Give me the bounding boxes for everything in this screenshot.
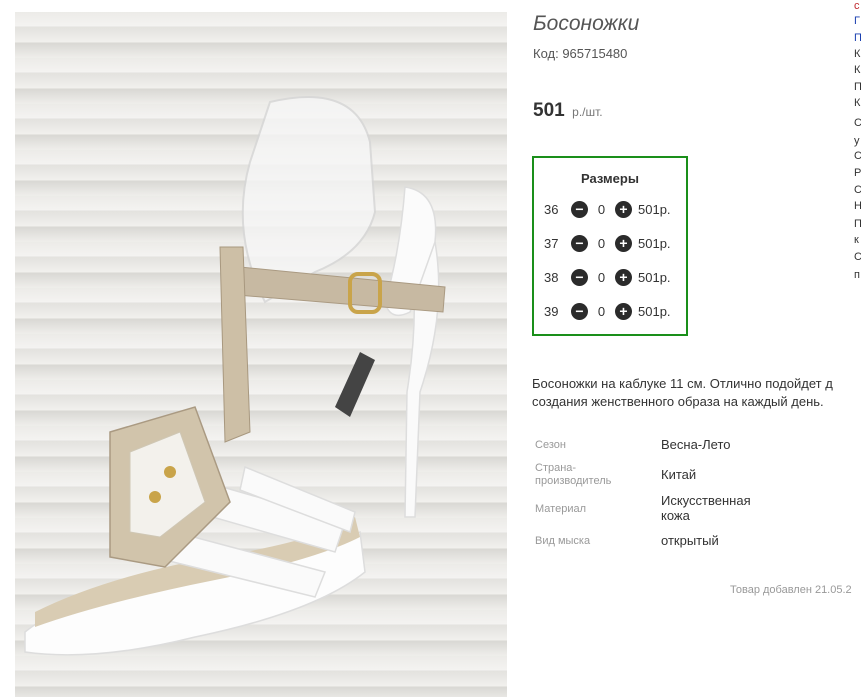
spec-label-material: Материал [535,503,586,515]
size-row-37: 37 − 0 + 501р. [544,233,671,253]
price-value: 501 [533,100,565,121]
increase-quantity-button[interactable]: + [615,234,632,252]
sidebar-text: П [854,81,861,93]
decrease-quantity-button[interactable]: − [571,200,588,218]
size-price: 501р. [638,201,671,217]
sidebar-text: С [854,184,861,196]
sidebar-text: П [854,218,861,230]
size-price: 501р. [638,303,671,319]
decrease-quantity-button[interactable]: − [571,234,588,252]
product-code: Код: 965715480 [533,46,628,61]
sidebar-text: С [854,150,861,162]
sidebar-text: С [854,251,861,263]
size-label: 38 [544,269,559,285]
sidebar-text: К [854,64,861,76]
spec-label-toe: Вид мыска [535,535,591,547]
decrease-quantity-button[interactable]: − [571,302,588,320]
sidebar-text: к [854,234,859,246]
sidebar-link[interactable]: П [854,32,861,45]
size-label: 36 [544,201,559,217]
sandal-illustration [24,96,446,656]
increase-quantity-button[interactable]: + [615,302,632,320]
size-row-38: 38 − 0 + 501р. [544,267,671,287]
product-price: 501 р./шт. [533,100,603,122]
sidebar-text: С [854,117,861,129]
spec-value-toe: открытый [661,533,719,548]
size-row-36: 36 − 0 + 501р. [544,199,671,219]
product-description: Босоножки на каблуке 11 см. Отлично подо… [532,375,861,411]
size-price: 501р. [638,269,671,285]
sidebar-links-cropped: с Г П К К П К С у С Р С Н П к С п [854,0,861,290]
size-price: 501р. [638,235,671,251]
sizes-title: Размеры [581,171,639,186]
spec-label-season: Сезон [535,439,566,451]
quantity-value: 0 [597,269,606,285]
increase-quantity-button[interactable]: + [615,200,632,218]
quantity-value: 0 [597,303,606,319]
sizes-selector: Размеры 36 − 0 + 501р. 37 − 0 + 501р. 38… [532,156,688,336]
spec-value-season: Весна-Лето [661,437,731,452]
description-line: создания женственного образа на каждый д… [532,394,824,409]
increase-quantity-button[interactable]: + [615,268,632,286]
product-image[interactable] [15,12,507,697]
size-label: 39 [544,303,559,319]
spec-label-country: Страна-производитель [535,462,612,487]
sidebar-text: у [854,135,860,147]
size-row-39: 39 − 0 + 501р. [544,301,671,321]
sidebar-text: К [854,97,861,109]
sidebar-link[interactable]: с [854,0,860,13]
sidebar-text: п [854,269,860,281]
description-line: Босоножки на каблуке 11 см. Отлично подо… [532,376,833,391]
sidebar-text: К [854,48,861,60]
product-title: Босоножки [533,12,640,35]
size-label: 37 [544,235,559,251]
spec-value-material: Искусственная кожа [661,493,751,523]
added-date: Товар добавлен 21.05.2 [730,584,852,596]
sidebar-text: Р [854,167,861,179]
decrease-quantity-button[interactable]: − [571,268,588,286]
quantity-value: 0 [597,201,606,217]
spec-value-country: Китай [661,467,697,482]
sidebar-text: Н [854,200,861,212]
price-unit: р./шт. [572,105,603,119]
quantity-value: 0 [597,235,606,251]
sidebar-link[interactable]: Г [854,15,860,28]
